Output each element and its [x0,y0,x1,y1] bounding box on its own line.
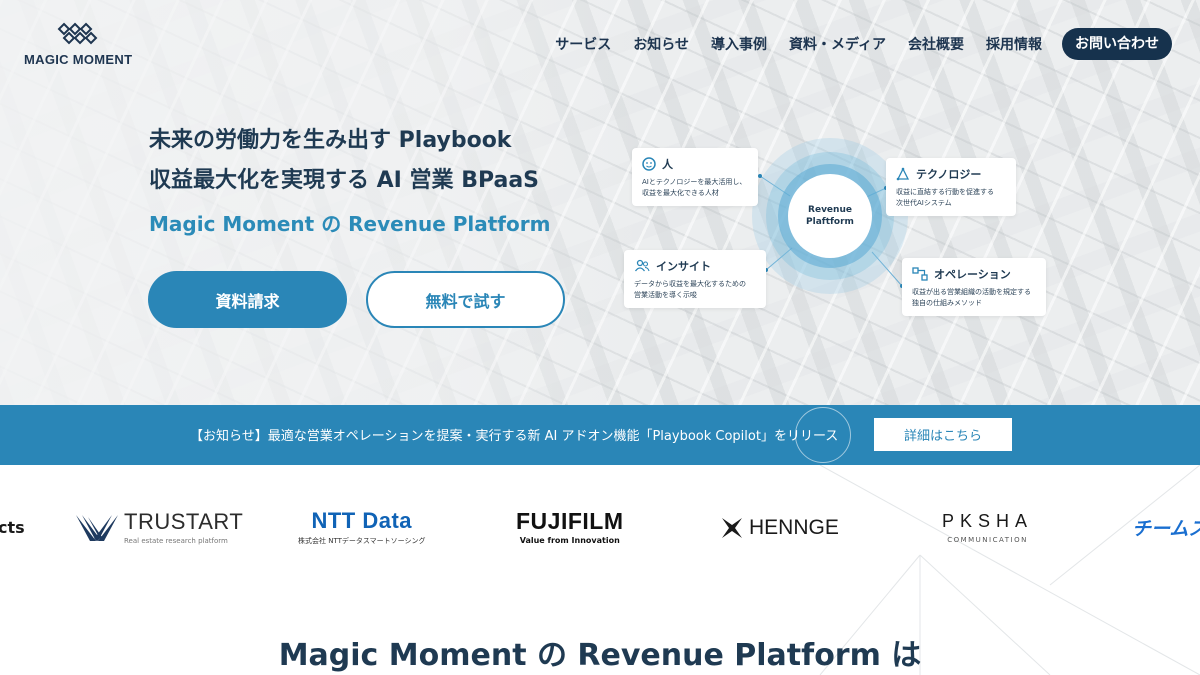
contact-button[interactable]: お問い合わせ [1062,28,1172,60]
fujifilm-sub: Value from Innovation [519,536,620,545]
teams-name: チームス [1132,518,1200,540]
news-details-button[interactable]: 詳細はこちら [874,418,1012,451]
nav-item-news[interactable]: お知らせ [633,34,689,54]
client-logos-strip: cts TRUSTART Real estate research platfo… [0,465,1200,590]
person-face-icon [642,157,656,171]
card-person-desc-1: AIとテクノロジーを最大活用し、 [642,178,747,186]
hero-subheading: Magic Moment の Revenue Platform [149,212,551,236]
hero-tagline-1: 未来の労働力を生み出す Playbook [149,128,512,153]
nav-item-company[interactable]: 会社概要 [908,34,964,54]
free-trial-button[interactable]: 無料で試す [366,271,565,328]
pksha-sub: COMMUNICATION [947,536,1028,544]
card-ops-desc-1: 収益が出る営業組織の活動を規定する [912,288,1031,296]
platform-core-line-2: Plaftform [806,217,854,227]
pksha-name: PKSHA [942,511,1034,531]
tech-triangle-icon [896,167,910,181]
logo-trustart: TRUSTART Real estate research platform [74,465,243,590]
request-documents-button[interactable]: 資料請求 [148,271,347,328]
card-tech-desc-1: 収益に直結する行動を促進する [896,188,994,196]
trustart-sub: Real estate research platform [124,536,228,545]
ntt-data-sub: 株式会社 NTTデータスマートソーシング [298,536,426,545]
diamond-logo-icon [57,22,98,45]
hero-section: MAGIC MOMENT サービス お知らせ 導入事例 資料・メディア 会社概要… [0,0,1200,405]
card-ops-title: オペレーション [934,268,1011,281]
flow-icon [912,267,928,281]
card-insight-title: インサイト [656,260,711,273]
platform-section-heading: Magic Moment の Revenue Platform は [278,638,922,673]
card-person-title: 人 [662,158,673,171]
cursor-highlight-ring [795,407,851,463]
card-ops-desc-2: 独自の仕組みメソッド [912,299,982,307]
logo-hennge: HENNGE [721,465,839,590]
users-icon [634,259,650,273]
trustart-wing-icon [76,514,118,541]
revenue-platform-diagram: Revenue Plaftform 人 AIとテクノロジーを最大活用し、 収益を… [620,138,1060,340]
news-banner: 【お知らせ】最適な営業オペレーションを提案・実行する新 AI アドオン機能「Pl… [0,405,1200,465]
trustart-name: TRUSTART [124,508,244,534]
card-tech-desc-2: 次世代AIシステム [896,199,952,207]
connector-dot [758,174,762,178]
hennge-name: HENNGE [749,515,839,539]
ntt-data-name: NTT Data [311,507,413,533]
diagram-card-operation: オペレーション 収益が出る営業組織の活動を規定する 独自の仕組みメソッド [902,258,1046,316]
platform-core: Revenue Plaftform [788,174,872,258]
diagram-card-technology: テクノロジー 収益に直結する行動を促進する 次世代AIシステム [886,158,1016,216]
hero-tagline-2: 収益最大化を実現する AI 営業 BPaaS [149,168,540,193]
hennge-mark-icon [722,517,742,538]
card-insight-desc-1: データから収益を最大化するための [634,280,746,288]
magic-moment-logo[interactable]: MAGIC MOMENT [22,20,142,68]
logo-teams-partial: チームス [1132,465,1200,590]
partial-client-logo: cts [0,518,25,537]
platform-core-line-1: Revenue [808,205,852,215]
fujifilm-name: FUJIFILM [516,508,624,534]
nav-item-resources[interactable]: 資料・メディア [789,34,886,54]
nav-item-case-studies[interactable]: 導入事例 [711,34,767,54]
diagram-card-insight: インサイト データから収益を最大化するための 営業活動を導く示唆 [624,250,766,308]
logo-ntt-data: NTT Data 株式会社 NTTデータスマートソーシング [298,465,426,590]
diagram-card-person: 人 AIとテクノロジーを最大活用し、 収益を最大化できる人材 [632,148,758,206]
card-person-desc-2: 収益を最大化できる人材 [642,189,719,197]
nav-item-service[interactable]: サービス [555,34,611,54]
card-insight-desc-2: 営業活動を導く示唆 [634,291,697,299]
nav-item-careers[interactable]: 採用情報 [986,34,1042,54]
logo-pksha: PKSHA COMMUNICATION [942,465,1033,590]
news-banner-text[interactable]: 【お知らせ】最適な営業オペレーションを提案・実行する新 AI アドオン機能「Pl… [190,425,838,444]
brand-name: MAGIC MOMENT [24,52,133,67]
logo-fujifilm: FUJIFILM Value from Innovation [516,465,624,590]
main-nav: サービス お知らせ 導入事例 資料・メディア 会社概要 採用情報 お問い合わせ [533,28,1172,60]
card-tech-title: テクノロジー [916,168,982,181]
